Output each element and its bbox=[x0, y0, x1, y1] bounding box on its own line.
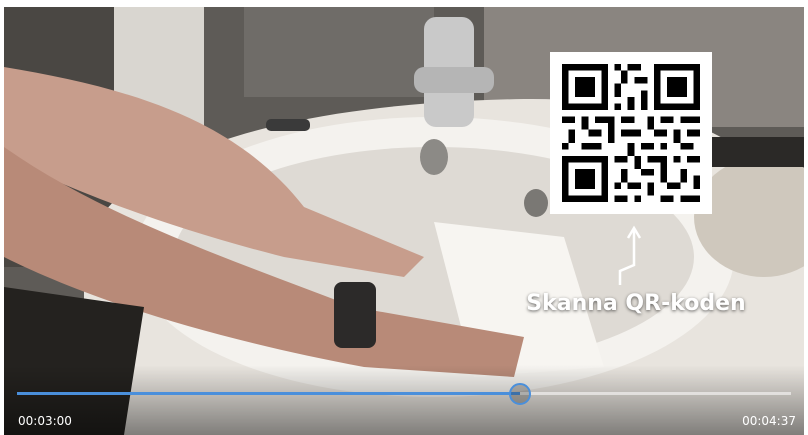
total-time: 00:04:37 bbox=[742, 414, 796, 428]
seek-progress bbox=[17, 392, 521, 395]
current-time: 00:03:00 bbox=[18, 414, 72, 428]
seek-handle[interactable] bbox=[509, 383, 532, 405]
seek-bar[interactable] bbox=[17, 383, 791, 405]
qr-code-icon bbox=[562, 64, 700, 202]
qr-code[interactable] bbox=[550, 52, 712, 214]
controls-background bbox=[4, 365, 804, 435]
video-player[interactable]: Skanna QR-koden 00:03:00 00:04:37 bbox=[4, 7, 804, 435]
qr-caption: Skanna QR-koden bbox=[526, 291, 746, 316]
arrow-up-icon bbox=[618, 225, 642, 285]
